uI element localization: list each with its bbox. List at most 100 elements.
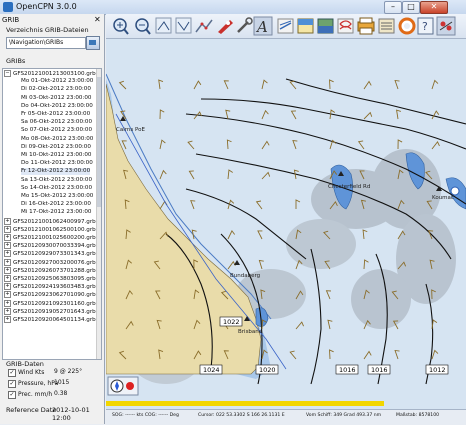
tree-file-item[interactable]: + GFS20120926073701288.grb — [4, 266, 96, 274]
expand-toggle-icon[interactable]: + — [4, 250, 11, 258]
place-brisbane: Brisbane — [238, 329, 263, 335]
chart-canvas[interactable]: 1024 1020 1016 1016 1012 1022 Cairns PoE… — [106, 39, 466, 409]
zoom-out-button[interactable] — [135, 18, 151, 35]
scrollbar-thumb[interactable] — [97, 77, 101, 207]
tree-file-item[interactable]: + GFS20120929073301343.grb — [4, 250, 96, 258]
grib-panel-close-button[interactable]: ✕ — [94, 15, 101, 24]
tree-time-item[interactable]: Mo 01-Okt-2012 23:00:00 — [21, 78, 93, 85]
tree-item-label: Sa 13-Okt-2012 23:00:00 — [21, 176, 93, 183]
expand-toggle-icon[interactable]: − — [4, 70, 11, 77]
open-folder-button[interactable] — [86, 36, 100, 50]
grib-dir-field[interactable]: \Navigation\GRIBs — [6, 37, 86, 49]
wind-checkbox[interactable]: ✓ — [8, 369, 16, 377]
tree-item-label: Di 16-Okt-2012 23:00:00 — [21, 201, 91, 208]
tree-file-item[interactable]: + GFS20121001062400997.grb — [4, 217, 96, 225]
tree-file-item[interactable]: + GFS20120920064501134.grb — [4, 316, 96, 323]
expand-toggle-icon[interactable]: + — [4, 217, 11, 225]
zoom-in-button[interactable] — [113, 18, 129, 35]
expand-toggle-icon[interactable]: + — [4, 242, 11, 250]
expand-toggle-icon[interactable]: + — [4, 225, 11, 233]
tree-item-label: GFS20120925063803095.grb — [13, 276, 96, 282]
precipitation-checkbox[interactable]: ✓ — [8, 391, 16, 399]
tree-time-item[interactable]: Di 02-Okt-2012 23:00:00 — [21, 86, 91, 93]
tree-item-label: Do 11-Okt-2012 23:00:00 — [21, 160, 93, 167]
tree-item-label: GFS20121001062400997.grb — [13, 218, 96, 225]
grib-icon[interactable] — [378, 18, 395, 34]
expand-toggle-icon[interactable]: + — [4, 316, 11, 323]
status-sog-cog: SOG: ------ kts COG: ------ Deg — [112, 413, 179, 418]
tree-file-item[interactable]: + GFS20120919052701643.grb — [4, 307, 96, 315]
tree-time-item[interactable]: Mi 03-Okt-2012 23:00:00 — [21, 95, 91, 102]
tree-time-item[interactable]: Fr 05-Okt-2012 23:00:00 — [21, 111, 90, 118]
wind-value: 9 @ 225° — [54, 368, 83, 375]
tree-time-item[interactable]: So 07-Okt-2012 23:00:00 — [21, 127, 92, 134]
layers-icon[interactable] — [317, 18, 334, 34]
tree-file-item[interactable]: + GFS20120930070033394.grb — [4, 242, 96, 250]
current-icon[interactable] — [277, 18, 294, 34]
auto-follow-icon[interactable] — [218, 20, 233, 34]
grib-dir-label: Verzeichnis GRIB-Dateien — [6, 26, 89, 34]
grib-data-section: GRIB-Daten ✓ Wind Kts 9 @ 225° ✓ Pressur… — [2, 360, 100, 422]
tree-time-item[interactable]: Di 09-Okt-2012 23:00:00 — [21, 144, 91, 151]
expand-toggle-icon[interactable]: + — [4, 266, 11, 274]
tree-item-label: GFS20120929073301343.grb — [13, 251, 96, 258]
tree-item-label: GFS20120927003200076.grb — [13, 259, 96, 266]
status-cursor: Cursor: 022 53.3302 S 166 26.1131 E — [198, 413, 285, 418]
route-icon[interactable] — [195, 19, 213, 33]
tree-item-label: GFS20120923062701090.grb — [13, 292, 96, 299]
help-icon[interactable]: ? — [417, 17, 434, 35]
tree-time-item[interactable]: Do 11-Okt-2012 23:00:00 — [21, 160, 93, 167]
maximize-button[interactable]: □ — [402, 1, 420, 14]
tree-file-item[interactable]: + GFS20120923062701090.grb — [4, 291, 96, 299]
tree-time-item[interactable]: Mo 08-Okt-2012 23:00:00 — [21, 136, 93, 143]
tree-time-item[interactable]: Mo 15-Okt-2012 23:00:00 — [21, 193, 93, 200]
tree-time-item[interactable]: Sa 06-Okt-2012 23:00:00 — [21, 119, 92, 126]
tree-time-item[interactable]: So 14-Okt-2012 23:00:00 — [21, 185, 92, 192]
tree-item-label: Do 04-Okt-2012 23:00:00 — [21, 102, 93, 109]
tree-scrollbar[interactable] — [96, 69, 101, 359]
tree-item-label: Fr 12-Okt-2012 23:00:00 — [21, 168, 91, 175]
expand-toggle-icon[interactable]: + — [4, 234, 11, 241]
tree-time-item[interactable]: Di 16-Okt-2012 23:00:00 — [21, 201, 91, 208]
tree-time-item[interactable]: Mi 17-Okt-2012 23:00:00 — [21, 209, 91, 216]
grib-file-tree[interactable]: − GFS20121001213003100.grb Mo 01-Okt-2012 … — [2, 68, 102, 360]
tree-file-item[interactable]: + GFS20120924193603483.grb — [4, 283, 96, 291]
expand-toggle-icon[interactable]: + — [4, 275, 11, 282]
expand-toggle-icon[interactable]: + — [4, 299, 11, 307]
info-marker-icon[interactable] — [450, 186, 460, 196]
scale-out-button[interactable] — [175, 17, 192, 34]
tree-item-label: GFS20121001062500100.grb — [13, 226, 96, 233]
tree-time-item[interactable]: Sa 13-Okt-2012 23:00:00 — [21, 177, 92, 184]
pressure-value: 1015 — [54, 379, 70, 386]
minimize-button[interactable]: – — [384, 1, 402, 14]
expand-toggle-icon[interactable]: + — [4, 258, 11, 266]
tree-file-item[interactable]: + GFS20120927003200076.grb — [4, 258, 96, 266]
tree-item-label: Mi 17-Okt-2012 23:00:00 — [21, 209, 92, 216]
compass-widget[interactable] — [107, 376, 139, 396]
place-bundaberg: Bundaberg — [230, 273, 260, 279]
mob-icon[interactable] — [337, 18, 354, 34]
status-from-ship: Vom Schiff: 349 Grad 493.37 nm — [306, 413, 382, 418]
print-icon[interactable] — [357, 17, 375, 35]
tree-time-item[interactable]: Fr 12-Okt-2012 23:00:00 — [21, 168, 91, 176]
tree-file-item[interactable]: + GFS20121001025600200.grb — [4, 234, 96, 241]
scale-in-button[interactable] — [155, 17, 172, 34]
svg-text:?: ? — [422, 20, 428, 33]
tree-time-item[interactable]: Mi 10-Okt-2012 23:00:00 — [21, 152, 91, 159]
tree-time-item[interactable]: Do 04-Okt-2012 23:00:00 — [21, 103, 93, 110]
place-koumac: Koumac — [432, 195, 454, 201]
lifebuoy-icon[interactable] — [398, 17, 416, 35]
tree-file-item[interactable]: + GFS20120925063803095.grb — [4, 275, 96, 282]
place-cairns: Cairns PoE — [116, 127, 145, 133]
settings-icon[interactable] — [237, 17, 253, 33]
chart-quilt-icon[interactable] — [297, 18, 314, 34]
expand-toggle-icon[interactable]: + — [4, 307, 11, 315]
expand-toggle-icon[interactable]: + — [4, 291, 11, 299]
tree-file-item[interactable]: + GFS20120921092301160.grb — [4, 299, 96, 307]
app-icon — [3, 2, 13, 12]
pressure-checkbox[interactable]: ✓ — [8, 380, 16, 388]
close-button[interactable]: ✕ — [420, 1, 448, 14]
tree-file-item[interactable]: + GFS20121001062500100.grb — [4, 225, 96, 233]
expand-toggle-icon[interactable]: + — [4, 283, 11, 291]
tree-root-file[interactable]: − GFS20121001213003100.grb — [4, 70, 96, 77]
